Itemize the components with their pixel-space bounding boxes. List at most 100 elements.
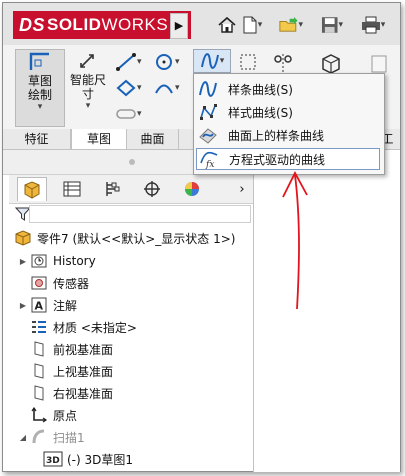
chevron-down-icon[interactable]: ▾ bbox=[298, 20, 303, 30]
tree-item-top-plane[interactable]: 上视基准面 bbox=[17, 361, 113, 381]
logo-works-text: WORKS bbox=[101, 15, 169, 34]
new-document-icon[interactable]: ▾ bbox=[241, 13, 263, 37]
tree-item-right-plane[interactable]: 右视基准面 bbox=[17, 383, 113, 403]
svg-text:fx: fx bbox=[205, 160, 214, 169]
expand-menu-button[interactable]: ▶ bbox=[170, 13, 188, 39]
part-icon bbox=[13, 229, 33, 247]
configuration-manager-icon[interactable] bbox=[97, 177, 127, 201]
tree-item-sweep[interactable]: ◢ 扫描1 bbox=[17, 427, 85, 447]
tree-item-history[interactable]: ▶ History bbox=[17, 251, 96, 271]
tree-root-label: 零件7 (默认<<默认>_显示状态 1>) bbox=[37, 231, 236, 246]
circle-icon bbox=[156, 54, 172, 70]
chevron-down-icon[interactable]: ▾ bbox=[137, 109, 142, 119]
tree-item-label: 前视基准面 bbox=[53, 342, 114, 357]
overflow-tool-button[interactable] bbox=[367, 53, 391, 75]
property-manager-icon[interactable] bbox=[57, 177, 87, 201]
display-manager-icon[interactable] bbox=[177, 177, 207, 201]
filter-input[interactable] bbox=[29, 205, 251, 223]
solidworks-window: DS SOLIDWORKS ▶ ▾ ▾ ▾ ▾ 草图绘制 ▾ 智能尺寸 ▾ ▾ … bbox=[2, 2, 401, 472]
slot-tool-button[interactable]: ▾ bbox=[115, 103, 142, 125]
tree-item-label: 传感器 bbox=[53, 276, 90, 291]
tab-surfaces[interactable]: 曲面 bbox=[127, 129, 179, 149]
chevron-down-icon[interactable]: ▾ bbox=[137, 83, 142, 93]
circle-tool-button[interactable]: ▾ bbox=[153, 51, 180, 73]
plane-icon bbox=[29, 362, 49, 380]
menu-item-label: 样条曲线(S) bbox=[228, 82, 293, 97]
tree-item-label: 注解 bbox=[53, 298, 78, 313]
chevron-down-icon[interactable]: ▾ bbox=[175, 57, 180, 67]
3d-box-tool-button[interactable] bbox=[319, 53, 343, 75]
svg-text:A: A bbox=[35, 300, 44, 313]
smart-dimension-button[interactable]: 智能尺寸 ▾ bbox=[67, 49, 109, 127]
tab-sketch[interactable]: 草图 bbox=[71, 129, 127, 149]
sensor-icon bbox=[29, 274, 49, 292]
save-icon[interactable]: ▾ bbox=[321, 13, 343, 37]
tree-item-label: 上视基准面 bbox=[53, 364, 114, 379]
tree-item-origin[interactable]: 原点 bbox=[17, 405, 77, 425]
trim-tool-button[interactable] bbox=[237, 51, 259, 73]
equation-curve-icon: fx bbox=[197, 148, 221, 170]
svg-text:3D: 3D bbox=[46, 456, 60, 466]
expand-arrow-icon[interactable]: ▶ bbox=[17, 257, 29, 266]
tree-item-sensors[interactable]: 传感器 bbox=[17, 273, 89, 293]
smart-dimension-label: 智能尺寸 bbox=[69, 73, 106, 101]
chevron-down-icon[interactable]: ▾ bbox=[38, 102, 43, 112]
spline-on-surface-icon bbox=[196, 124, 220, 146]
feature-manager-icon[interactable] bbox=[17, 177, 47, 201]
logo-solid-text: SOLID bbox=[47, 15, 102, 34]
chevron-down-icon[interactable]: ▾ bbox=[175, 83, 180, 93]
origin-icon bbox=[29, 406, 49, 424]
solidworks-logo: DS SOLIDWORKS bbox=[13, 11, 191, 39]
expand-arrow-icon[interactable]: ▶ bbox=[17, 301, 29, 310]
sketch-button[interactable]: 草图绘制 ▾ bbox=[15, 49, 65, 127]
mirror-tool-button[interactable] bbox=[271, 53, 295, 75]
tree-item-3d-sketch[interactable]: 3D (-) 3D草图1 bbox=[43, 449, 133, 469]
history-icon bbox=[29, 252, 49, 270]
tab-features[interactable]: 特征 bbox=[3, 129, 71, 149]
spline-icon bbox=[196, 78, 220, 100]
chevron-down-icon[interactable]: ▾ bbox=[86, 101, 91, 111]
spline-dropdown-button[interactable]: ▾ bbox=[193, 49, 231, 73]
print-icon[interactable]: ▾ bbox=[359, 13, 387, 37]
spline-dropdown-menu: 样条曲线(S) 样式曲线(S) 曲面上的样条曲线 fx 方程式驱动的曲线 bbox=[193, 73, 385, 175]
splitter-grip-icon[interactable] bbox=[129, 159, 135, 165]
chevron-down-icon[interactable]: ▾ bbox=[137, 57, 142, 67]
chevron-down-icon[interactable]: ▾ bbox=[381, 20, 386, 30]
rectangle-icon bbox=[116, 79, 136, 97]
tree-item-label: History bbox=[53, 254, 96, 268]
open-folder-icon[interactable]: ▾ bbox=[279, 13, 303, 37]
slot-icon bbox=[116, 109, 136, 119]
chevron-down-icon[interactable]: ▾ bbox=[338, 20, 343, 30]
menu-item-spline-on-surface[interactable]: 曲面上的样条曲线 bbox=[196, 124, 380, 146]
manager-tabs: › bbox=[9, 175, 253, 204]
menu-item-label: 样式曲线(S) bbox=[228, 105, 293, 120]
menu-item-style-spline[interactable]: 样式曲线(S) bbox=[196, 101, 380, 123]
dashed-rectangle-icon bbox=[240, 54, 256, 70]
logo-brand: SOLIDWORKS bbox=[47, 11, 168, 39]
chevron-down-icon[interactable]: ▾ bbox=[220, 56, 225, 66]
material-icon bbox=[29, 318, 49, 336]
title-bar: DS SOLIDWORKS ▶ ▾ ▾ ▾ ▾ bbox=[3, 3, 400, 46]
tree-item-material[interactable]: 材质 <未指定> bbox=[17, 317, 137, 337]
3d-sketch-icon: 3D bbox=[43, 450, 63, 468]
tree-item-label: 材质 <未指定> bbox=[53, 320, 137, 335]
home-icon[interactable] bbox=[215, 13, 239, 37]
tree-item-annotations[interactable]: ▶ A 注解 bbox=[17, 295, 77, 315]
tree-item-label: (-) 3D草图1 bbox=[67, 452, 134, 467]
style-spline-icon bbox=[196, 101, 220, 123]
tree-item-label: 右视基准面 bbox=[53, 386, 114, 401]
menu-item-label: 曲面上的样条曲线 bbox=[228, 128, 325, 143]
sketch-label: 草图绘制 bbox=[27, 74, 52, 102]
tree-root-part[interactable]: 零件7 (默认<<默认>_显示状态 1>) bbox=[13, 228, 235, 248]
dimxpert-icon[interactable] bbox=[137, 177, 167, 201]
tree-item-front-plane[interactable]: 前视基准面 bbox=[17, 339, 113, 359]
arc-icon bbox=[155, 84, 173, 94]
plane-icon bbox=[29, 340, 49, 358]
line-tool-button[interactable]: ▾ bbox=[115, 51, 142, 73]
chevron-down-icon[interactable]: ▾ bbox=[258, 20, 263, 30]
menu-item-spline[interactable]: 样条曲线(S) bbox=[196, 78, 380, 100]
rectangle-tool-button[interactable]: ▾ bbox=[115, 77, 142, 99]
arc-tool-button[interactable]: ▾ bbox=[153, 77, 180, 99]
logo-ds: DS bbox=[19, 15, 46, 35]
collapse-arrow-icon[interactable]: ◢ bbox=[17, 433, 29, 442]
